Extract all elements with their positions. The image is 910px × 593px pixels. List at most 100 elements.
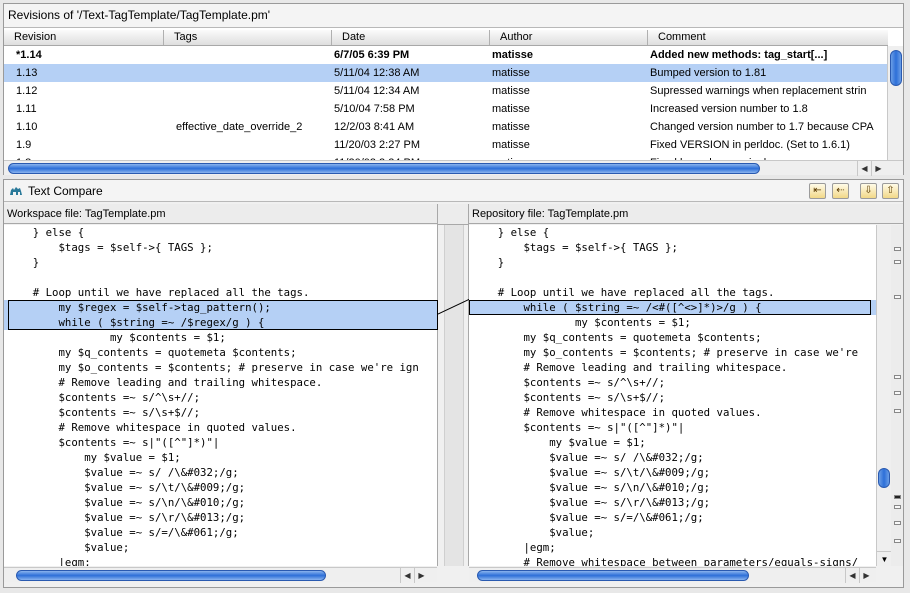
code-line: # Remove leading and trailing whitespace…	[7, 376, 323, 389]
scroll-down-arrow-icon[interactable]: ▼	[877, 551, 892, 566]
overview-marker[interactable]	[894, 521, 901, 525]
diff-gutter	[437, 225, 470, 566]
cell-revision: 1.9	[16, 139, 32, 151]
compare-camel-icon	[10, 187, 22, 195]
overview-marker[interactable]	[894, 391, 901, 395]
scroll-right-arrow-icon[interactable]: ▶	[859, 568, 873, 583]
code-line: my $o_contents = $contents; # preserve i…	[472, 346, 859, 359]
code-line: $tags = $self->{ TAGS };	[472, 241, 678, 254]
repository-code-pane[interactable]: } else { $tags = $self->{ TAGS }; } # Lo…	[469, 225, 876, 566]
table-row[interactable]: 1.12 5/11/04 12:34 AM matisse Supressed war…	[4, 82, 888, 100]
code-line: } else {	[472, 226, 550, 239]
scroll-right-arrow-icon[interactable]: ▶	[414, 568, 428, 583]
table-row[interactable]: 1.13 5/11/04 12:38 AM matisse Bumped versio…	[4, 64, 888, 82]
repository-horizontal-scrollbar[interactable]: ◀ ▶	[469, 567, 876, 583]
code-line: |egm;	[472, 541, 556, 554]
cell-author: matisse	[492, 139, 530, 151]
code-line: }	[7, 256, 40, 269]
cell-comment: Supressed warnings when replacement stri…	[650, 85, 867, 97]
scroll-thumb[interactable]	[477, 570, 749, 581]
scroll-thumb[interactable]	[878, 468, 890, 488]
scroll-thumb[interactable]	[8, 163, 760, 174]
code-line: # Loop until we have replaced all the ta…	[7, 286, 310, 299]
cell-revision: 1.13	[16, 67, 38, 79]
cell-author: matisse	[492, 121, 530, 133]
column-header-author[interactable]: Author	[490, 30, 648, 45]
overview-marker[interactable]	[894, 409, 901, 413]
text-compare-title: Text Compare	[28, 184, 103, 198]
overview-marker[interactable]	[894, 260, 901, 264]
workspace-horizontal-scrollbar[interactable]: ◀ ▶	[4, 567, 437, 583]
cell-tags	[176, 64, 336, 82]
overview-marker[interactable]	[894, 375, 901, 379]
overview-marker[interactable]	[894, 505, 901, 509]
code-line: $value =~ s/=/\&#061;/g;	[7, 526, 239, 539]
scroll-thumb[interactable]	[890, 50, 902, 86]
code-line: $contents =~ s/\s+$//;	[7, 406, 201, 419]
code-line: my $q_contents = quotemeta $contents;	[472, 331, 762, 344]
code-line: $value =~ s/ /\&#032;/g;	[472, 451, 704, 464]
compare-vertical-scrollbar[interactable]: ▼	[876, 225, 892, 566]
workspace-code-pane[interactable]: } else { $tags = $self->{ TAGS }; } # Lo…	[4, 225, 437, 566]
cell-date: 5/10/04 7:58 PM	[334, 103, 415, 115]
scroll-right-arrow-icon[interactable]: ▶	[871, 161, 885, 176]
revisions-horizontal-scrollbar[interactable]: ◀ ▶	[4, 160, 903, 176]
table-row[interactable]: 1.11 5/10/04 7:58 PM matisse Increased vers…	[4, 100, 888, 118]
workspace-file-label: Workspace file: TagTemplate.pm	[4, 204, 437, 224]
overview-marker[interactable]	[894, 495, 901, 499]
scroll-thumb[interactable]	[16, 570, 326, 581]
cell-tags	[176, 136, 336, 154]
code-line: } else {	[7, 226, 85, 239]
code-line: $contents =~ s/\s+$//;	[472, 391, 666, 404]
table-row[interactable]: 1.9 11/20/03 2:27 PM matisse Fixed VERSION …	[4, 136, 888, 154]
previous-difference-icon[interactable]: ⇧	[882, 183, 899, 199]
cell-date: 5/11/04 12:34 AM	[334, 85, 420, 97]
cell-tags	[176, 100, 336, 118]
code-line: $value =~ s/\n/\&#010;/g;	[472, 481, 711, 494]
code-line: $contents =~ s|"([^"]*)"|	[472, 421, 685, 434]
code-line: my $value = $1;	[472, 436, 646, 449]
revisions-vertical-scrollbar[interactable]	[887, 46, 903, 160]
cell-revision: *1.14	[16, 49, 42, 61]
cell-comment: Changed version number to 1.7 because CP…	[650, 121, 874, 133]
column-header-tags[interactable]: Tags	[164, 30, 332, 45]
next-difference-icon[interactable]: ⇩	[860, 183, 877, 199]
table-row[interactable]: *1.14 6/7/05 6:39 PM matisse Added new meth…	[4, 46, 888, 64]
scroll-left-arrow-icon[interactable]: ◀	[845, 568, 859, 583]
scroll-left-arrow-icon[interactable]: ◀	[400, 568, 414, 583]
copy-current-left-icon[interactable]: ⇠	[832, 183, 849, 199]
overview-marker[interactable]	[894, 295, 901, 299]
text-compare-header: Text Compare ⇤ ⇠ ⇩ ⇧	[4, 180, 903, 202]
code-line: my $o_contents = $contents; # preserve i…	[7, 361, 419, 374]
code-line: # Loop until we have replaced all the ta…	[472, 286, 775, 299]
table-row[interactable]: 1.10 effective_date_override_2 12/2/03 8:4…	[4, 118, 888, 136]
cell-author: matisse	[492, 103, 530, 115]
cell-date: 6/7/05 6:39 PM	[334, 49, 410, 61]
left-change-highlight	[8, 300, 438, 330]
code-line: $contents =~ s/^\s+//;	[472, 376, 666, 389]
overview-marker[interactable]	[894, 247, 901, 251]
cell-tags	[176, 82, 336, 100]
cell-tags	[176, 46, 336, 64]
repository-file-label: Repository file: TagTemplate.pm	[469, 204, 903, 224]
column-header-comment[interactable]: Comment	[648, 30, 888, 45]
code-line: # Remove leading and trailing whitespace…	[472, 361, 788, 374]
code-line: my $q_contents = quotemeta $contents;	[7, 346, 297, 359]
copy-all-left-icon[interactable]: ⇤	[809, 183, 826, 199]
code-line: $value =~ s/\r/\&#013;/g;	[7, 511, 246, 524]
overview-marker[interactable]	[894, 539, 901, 543]
cell-date: 12/2/03 8:41 AM	[334, 121, 415, 133]
code-line: # Remove whitespace in quoted values.	[472, 406, 762, 419]
code-line: # Remove whitespace in quoted values.	[7, 421, 297, 434]
column-header-date[interactable]: Date	[332, 30, 490, 45]
code-line: $value =~ s/\t/\&#009;/g;	[472, 466, 711, 479]
diff-overview-ruler[interactable]	[891, 225, 903, 566]
cell-comment: Added new methods: tag_start[...]	[650, 49, 828, 61]
cell-comment: Bumped version to 1.81	[650, 67, 767, 79]
cell-revision: 1.12	[16, 85, 38, 97]
column-header-revision[interactable]: Revision	[4, 30, 164, 45]
scroll-left-arrow-icon[interactable]: ◀	[857, 161, 871, 176]
revisions-table-body: *1.14 6/7/05 6:39 PM matisse Added new meth…	[4, 46, 888, 160]
